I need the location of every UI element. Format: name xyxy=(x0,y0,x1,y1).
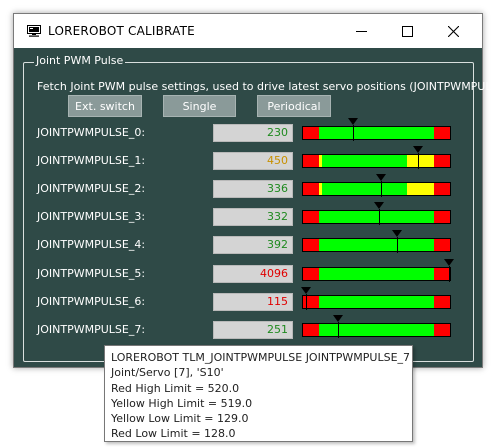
close-icon xyxy=(447,25,459,37)
monitor-icon xyxy=(27,25,41,37)
tooltip-line: Joint/Servo [7], 'S10' xyxy=(111,366,224,380)
yellow-high-zone xyxy=(407,183,434,195)
limits-bar[interactable] xyxy=(302,126,451,140)
calibrate-window: LOREROBOT CALIBRATE Joint PWM Pulse Fetc… xyxy=(13,13,497,368)
title-bar[interactable]: LOREROBOT CALIBRATE xyxy=(14,14,482,48)
red-high-zone xyxy=(433,268,450,280)
row-label: JOINTPWMPULSE_2: xyxy=(37,182,146,195)
row-label: JOINTPWMPULSE_6: xyxy=(37,295,146,308)
row-label: JOINTPWMPULSE_1: xyxy=(37,154,146,167)
value-marker xyxy=(301,287,311,310)
red-high-zone xyxy=(433,296,450,308)
green-zone xyxy=(318,268,434,280)
value-marker xyxy=(413,146,423,169)
limits-bar[interactable] xyxy=(302,267,451,281)
row-label: JOINTPWMPULSE_3: xyxy=(37,210,146,223)
value-marker xyxy=(348,118,358,141)
row-label: JOINTPWMPULSE_0: xyxy=(37,126,146,139)
green-zone xyxy=(318,324,434,336)
value-field: 115 xyxy=(213,293,293,311)
value-marker xyxy=(374,202,384,225)
red-low-zone xyxy=(303,155,319,167)
tooltip-line: Red High Limit = 520.0 xyxy=(111,381,240,395)
green-zone xyxy=(318,211,434,223)
red-low-zone xyxy=(303,211,319,223)
maximize-button[interactable] xyxy=(384,14,430,48)
limits-bar[interactable] xyxy=(302,295,451,309)
limits-bar[interactable] xyxy=(302,210,451,224)
value-field: 392 xyxy=(213,236,293,254)
limits-bar[interactable] xyxy=(302,182,451,196)
red-low-zone xyxy=(303,239,319,251)
red-high-zone xyxy=(433,239,450,251)
single-button[interactable]: Single xyxy=(163,95,236,117)
value-field: 4096 xyxy=(213,265,293,283)
close-button[interactable] xyxy=(430,14,476,48)
limits-bar[interactable] xyxy=(302,154,451,168)
green-zone xyxy=(322,183,408,195)
value-field: 336 xyxy=(213,180,293,198)
group-title: Joint PWM Pulse xyxy=(34,54,126,67)
value-marker xyxy=(444,259,454,282)
value-marker xyxy=(333,315,343,338)
red-low-zone xyxy=(303,127,319,139)
maximize-icon xyxy=(401,25,413,37)
tooltip-line: Red Low Limit = 128.0 xyxy=(111,427,236,441)
green-zone xyxy=(318,127,434,139)
value-field: 332 xyxy=(213,208,293,226)
value-field: 251 xyxy=(213,321,293,339)
green-zone xyxy=(322,155,408,167)
tooltip-line: Yellow Low Limit = 129.0 xyxy=(111,412,249,426)
row-label: JOINTPWMPULSE_5: xyxy=(37,267,146,280)
red-high-zone xyxy=(433,127,450,139)
row-label: JOINTPWMPULSE_7: xyxy=(37,323,146,336)
value-marker xyxy=(392,230,402,253)
window-title: LOREROBOT CALIBRATE xyxy=(48,24,195,38)
ext-switch-button[interactable]: Ext. switch xyxy=(68,95,142,117)
value-marker xyxy=(376,174,386,197)
tooltip-line: LOREROBOT TLM_JOINTPWMPULSE JOINTPWMPULS… xyxy=(111,351,411,364)
green-zone xyxy=(318,239,434,251)
red-high-zone xyxy=(433,183,450,195)
red-high-zone xyxy=(433,155,450,167)
minimize-button[interactable] xyxy=(338,14,384,48)
red-high-zone xyxy=(433,211,450,223)
limits-bar[interactable] xyxy=(302,323,451,337)
tooltip-line: Yellow High Limit = 519.0 xyxy=(111,396,253,410)
red-low-zone xyxy=(303,183,319,195)
red-low-zone xyxy=(303,268,319,280)
minimize-icon xyxy=(355,30,367,32)
value-field: 450 xyxy=(213,152,293,170)
limits-bar[interactable] xyxy=(302,238,451,252)
value-field: 230 xyxy=(213,124,293,142)
group-description: Fetch Joint PWM pulse settings, used to … xyxy=(37,80,497,93)
red-high-zone xyxy=(433,324,450,336)
limits-tooltip: LOREROBOT TLM_JOINTPWMPULSE JOINTPWMPULS… xyxy=(104,345,413,442)
red-low-zone xyxy=(303,324,319,336)
row-label: JOINTPWMPULSE_4: xyxy=(37,238,146,251)
green-zone xyxy=(318,296,434,308)
yellow-high-zone xyxy=(407,155,434,167)
periodical-button[interactable]: Periodical xyxy=(257,95,331,117)
